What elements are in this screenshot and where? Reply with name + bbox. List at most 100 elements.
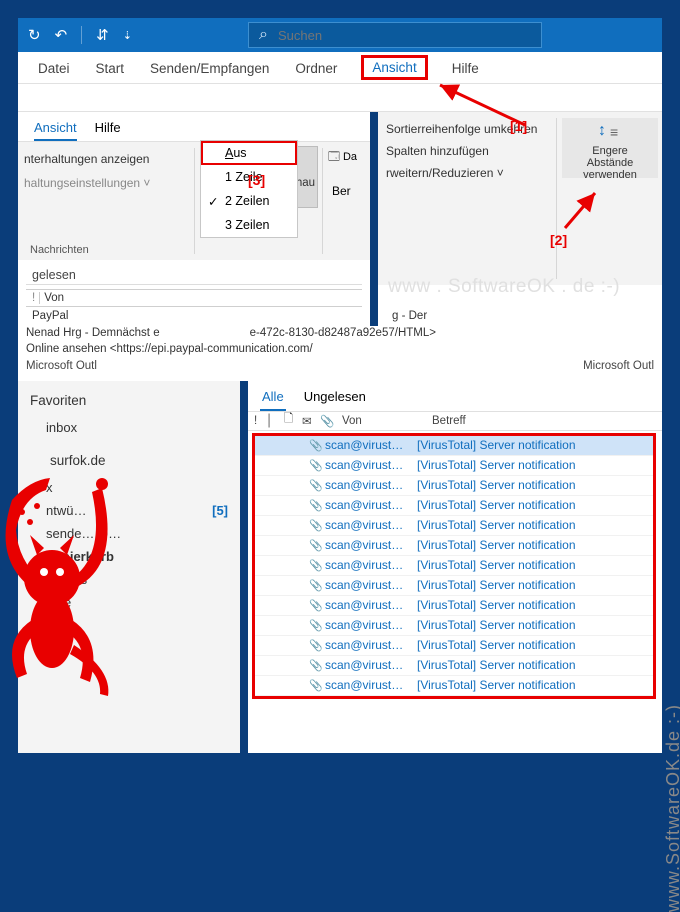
message-row[interactable]: 📎scan@virust…[VirusTotal] Server notific… (255, 596, 653, 616)
send-receive-icon[interactable]: ⇵ (96, 26, 109, 44)
message-row[interactable]: 📎scan@virust…[VirusTotal] Server notific… (255, 656, 653, 676)
attachment-icon: 📎 (307, 439, 325, 452)
search-input[interactable] (278, 28, 531, 43)
nachrichtenvorschau-dropdown: Aus 1 Zeile 2 Zeilen 3 Zeilen (200, 140, 298, 238)
row-from: scan@virust… (325, 558, 417, 572)
row-from: scan@virust… (325, 638, 417, 652)
message-row[interactable]: 📎scan@virust…[VirusTotal] Server notific… (255, 536, 653, 556)
col-von[interactable]: Von (338, 415, 428, 427)
attachment-icon: 📎 (307, 659, 325, 672)
row-from: scan@virust… (325, 658, 417, 672)
add-columns[interactable]: Spalten hinzufügen (386, 144, 489, 158)
row-from: scan@virust… (325, 618, 417, 632)
undo-icon[interactable]: ↶ (55, 26, 68, 44)
message-list-columns: ! │ 🗋 ✉ 📎 Von Betreff (248, 411, 662, 431)
tab-senden-empfangen[interactable]: Senden/Empfangen (148, 55, 271, 80)
message-row[interactable]: 📎scan@virust…[VirusTotal] Server notific… (255, 516, 653, 536)
message-row[interactable]: 📎scan@virust…[VirusTotal] Server notific… (255, 496, 653, 516)
nav-item-x[interactable]: x (28, 476, 230, 499)
tab-ansicht[interactable]: Ansicht (361, 55, 427, 80)
folder-nav: Favoriten inbox surfok.de x ntwü…[5] sen… (18, 381, 240, 753)
message-row[interactable]: 📎scan@virust…[VirusTotal] Server notific… (255, 576, 653, 596)
col-reply-icon[interactable]: ✉ (302, 414, 320, 428)
panel-tab-ansicht[interactable]: Ansicht (34, 120, 77, 141)
attachment-icon: 📎 (307, 679, 325, 692)
dropdown-aus[interactable]: Aus (201, 141, 297, 165)
ribbon-panel-right: Sortierreihenfolge umkehren Spalten hinz… (378, 112, 662, 326)
row-subject: [VirusTotal] Server notification (417, 438, 576, 452)
nav-item-archives[interactable]: rchives (28, 568, 230, 591)
attachment-icon: 📎 (307, 499, 325, 512)
dropdown-2zeilen[interactable]: 2 Zeilen (201, 189, 297, 213)
filter-ungelesen[interactable]: Ungelesen (302, 387, 368, 411)
col-attachment-icon[interactable]: 📎 (320, 414, 338, 428)
attachment-icon: 📎 (307, 459, 325, 472)
sortorder-reverse[interactable]: Sortierreihenfolge umkehren (386, 122, 537, 136)
engere-abstaende-button[interactable]: Engere Abstände verwenden (562, 118, 658, 178)
mail-from[interactable]: PayPal (32, 310, 68, 322)
col-read-icon[interactable]: 🗋 (284, 411, 302, 430)
ribbon-hint-da: 🗔 Da (328, 148, 357, 167)
nav-item-erse[interactable]: erse (28, 591, 230, 614)
refresh-icon[interactable]: ↻ (28, 26, 41, 44)
message-row[interactable]: 📎scan@virust…[VirusTotal] Server notific… (255, 436, 653, 456)
panel-tab-hilfe[interactable]: Hilfe (95, 120, 121, 141)
watermark-side: www.SoftwareOK.de :-) (663, 704, 680, 912)
category-gelesen[interactable]: gelesen (26, 264, 362, 285)
message-row[interactable]: 📎scan@virust…[VirusTotal] Server notific… (255, 676, 653, 696)
ribbon-separator-r (556, 118, 557, 279)
filter-alle[interactable]: Alle (260, 387, 286, 411)
conversation-settings[interactable]: haltungseinstellungen ˅ (24, 176, 150, 190)
qat-dropdown-icon[interactable]: ⇣ (123, 29, 132, 42)
message-row[interactable]: 📎scan@virust…[VirusTotal] Server notific… (255, 556, 653, 576)
ribbon-area-right: Sortierreihenfolge umkehren Spalten hinz… (378, 112, 662, 285)
attachment-icon: 📎 (307, 639, 325, 652)
nav-favoriten-header[interactable]: Favoriten (28, 389, 230, 416)
row-from: scan@virust… (325, 498, 417, 512)
col-betreff[interactable]: Betreff (428, 415, 466, 427)
attachment-icon: 📎 (307, 599, 325, 612)
row-subject: [VirusTotal] Server notification (417, 498, 576, 512)
group-label-nachrichten: Nachrichten (30, 244, 89, 256)
message-list-filter-tabs: Alle Ungelesen (248, 381, 662, 411)
tab-start[interactable]: Start (94, 55, 127, 80)
nav-item-s[interactable]: s (28, 614, 230, 637)
dropdown-1zeile[interactable]: 1 Zeile (201, 165, 297, 189)
attachment-icon: 📎 (307, 559, 325, 572)
message-list: Alle Ungelesen ! │ 🗋 ✉ 📎 Von Betreff 📎sc… (248, 381, 662, 753)
nav-item-papierkorb[interactable]: Papierkorb (28, 545, 230, 568)
dropdown-3zeilen[interactable]: 3 Zeilen (201, 213, 297, 237)
message-row[interactable]: 📎scan@virust…[VirusTotal] Server notific… (255, 456, 653, 476)
nav-item-entwuerfe[interactable]: ntwü…[5] (28, 499, 230, 522)
row-from: scan@virust… (325, 598, 417, 612)
row-subject: [VirusTotal] Server notification (417, 558, 576, 572)
conversations-toggle[interactable]: nterhaltungen anzeigen (24, 152, 149, 166)
tab-datei[interactable]: Datei (36, 55, 72, 80)
nav-account-header[interactable]: surfok.de (28, 449, 230, 476)
tab-ordner[interactable]: Ordner (293, 55, 339, 80)
search-box[interactable]: ⌕ (248, 22, 542, 48)
row-from: scan@virust… (325, 578, 417, 592)
col-reminder-icon[interactable]: │ (266, 415, 284, 427)
engere-l2: verwenden (583, 169, 637, 181)
message-row[interactable]: 📎scan@virust…[VirusTotal] Server notific… (255, 636, 653, 656)
expand-collapse[interactable]: rweitern/Reduzieren ˅ (386, 166, 504, 180)
nav-inbox[interactable]: inbox (28, 416, 230, 439)
ribbon-separator (194, 148, 195, 254)
attachment-icon: 📎 (307, 619, 325, 632)
tab-hilfe[interactable]: Hilfe (450, 55, 481, 80)
row-from: scan@virust… (325, 678, 417, 692)
attachment-icon: 📎 (307, 539, 325, 552)
message-row[interactable]: 📎scan@virust…[VirusTotal] Server notific… (255, 616, 653, 636)
search-icon: ⌕ (259, 26, 268, 44)
ribbon-hint-ber: Ber (332, 184, 351, 198)
col-importance-icon[interactable]: ! (254, 415, 266, 427)
message-preview-text: Nenad Hrg - Demnächst ee-472c-8130-d8248… (18, 326, 662, 381)
message-row[interactable]: 📎scan@virust…[VirusTotal] Server notific… (255, 476, 653, 496)
panel-left-tabs: Ansicht Hilfe (18, 112, 370, 141)
nav-item-gesendet[interactable]: sende… O… (28, 522, 230, 545)
row-subject: [VirusTotal] Server notification (417, 478, 576, 492)
ribbon-tabs: Datei Start Senden/Empfangen Ordner Ansi… (18, 52, 662, 84)
row-from: scan@virust… (325, 438, 417, 452)
attachment-icon: 📎 (307, 579, 325, 592)
